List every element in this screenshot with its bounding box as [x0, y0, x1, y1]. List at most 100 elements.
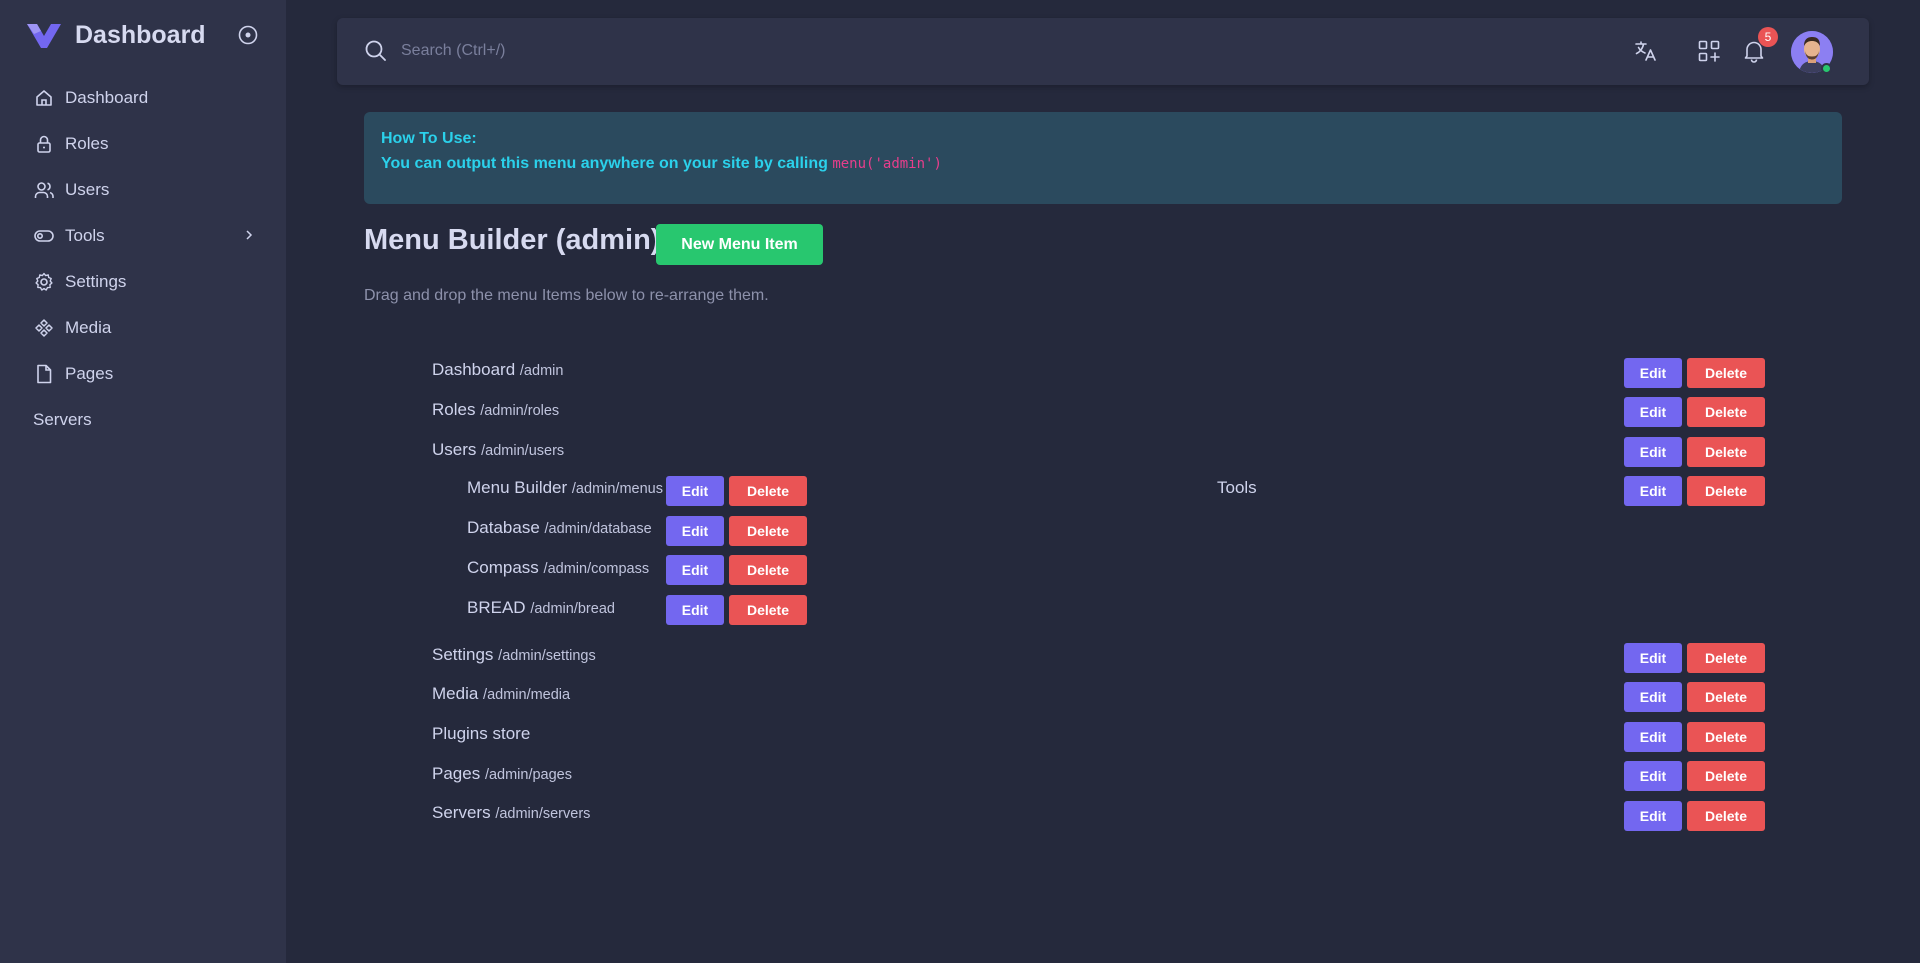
sidebar: Dashboard Dashboard Roles Users Tools Se… [0, 0, 286, 963]
delete-button[interactable]: Delete [1687, 761, 1765, 791]
edit-button[interactable]: Edit [1624, 801, 1682, 831]
delete-button[interactable]: Delete [729, 516, 807, 546]
translate-icon[interactable] [1633, 38, 1659, 64]
menu-item-url: /admin/roles [480, 403, 560, 419]
sidebar-item-servers[interactable]: Servers [0, 397, 286, 443]
edit-button[interactable]: Edit [1624, 761, 1682, 791]
brand-name: Dashboard [75, 20, 206, 49]
online-status-dot [1821, 63, 1832, 74]
menu-item-menu-builder[interactable]: Menu Builder /admin/menus [467, 478, 663, 498]
sidebar-item-label: Roles [65, 134, 109, 153]
new-menu-item-button[interactable]: New Menu Item [656, 224, 823, 265]
menu-item-tools[interactable]: Tools [1217, 478, 1257, 498]
sidebar-item-roles[interactable]: Roles [0, 121, 286, 167]
users-icon [33, 179, 55, 201]
sidebar-item-label: Media [65, 318, 112, 337]
delete-button[interactable]: Delete [729, 555, 807, 585]
collapse-sidebar-icon[interactable] [237, 24, 259, 46]
menu-item-settings[interactable]: Settings /admin/settings [432, 645, 596, 665]
menu-item-url: /admin/servers [495, 806, 591, 822]
delete-button[interactable]: Delete [1687, 722, 1765, 752]
menu-item-plugins-store[interactable]: Plugins store [432, 724, 530, 744]
delete-button[interactable]: Delete [1687, 358, 1765, 388]
menu-item-database[interactable]: Database /admin/database [467, 518, 652, 538]
file-icon [33, 363, 55, 385]
search-input[interactable] [401, 36, 1001, 66]
menu-item-name: Menu Builder [467, 478, 568, 497]
notification-badge: 5 [1758, 27, 1778, 47]
delete-button[interactable]: Delete [1687, 801, 1765, 831]
media-icon [33, 317, 55, 339]
alert-title: How To Use: [381, 130, 477, 147]
alert-message: You can output this menu anywhere on you… [381, 155, 833, 172]
delete-button[interactable]: Delete [1687, 682, 1765, 712]
menu-item-name: Dashboard [432, 360, 516, 379]
edit-button[interactable]: Edit [666, 476, 724, 506]
topbar: 5 [337, 18, 1869, 85]
sidebar-item-media[interactable]: Media [0, 305, 286, 351]
sidebar-item-dashboard[interactable]: Dashboard [0, 75, 286, 121]
sidebar-item-pages[interactable]: Pages [0, 351, 286, 397]
menu-item-url: /admin/media [483, 687, 571, 703]
edit-button[interactable]: Edit [666, 595, 724, 625]
menu-item-url: /admin/bread [530, 601, 615, 617]
delete-button[interactable]: Delete [1687, 397, 1765, 427]
info-alert: How To Use: You can output this menu any… [364, 112, 1842, 204]
menu-item-name: Plugins store [432, 724, 531, 743]
edit-button[interactable]: Edit [1624, 437, 1682, 467]
sidebar-item-label: Users [65, 180, 110, 199]
edit-button[interactable]: Edit [666, 555, 724, 585]
brand[interactable]: Dashboard [25, 20, 206, 50]
sidebar-item-users[interactable]: Users [0, 167, 286, 213]
menu-item-servers[interactable]: Servers /admin/servers [432, 803, 590, 823]
menu-item-dashboard[interactable]: Dashboard /admin [432, 360, 563, 380]
sidebar-item-tools[interactable]: Tools [0, 213, 286, 259]
menu-item-name: BREAD [467, 598, 526, 617]
menu-item-name: Pages [432, 764, 481, 783]
home-icon [33, 87, 55, 109]
menu-item-url: /admin/database [544, 521, 652, 537]
menu-item-media[interactable]: Media /admin/media [432, 684, 570, 704]
menu-item-name: Database [467, 518, 540, 537]
page-subtitle: Drag and drop the menu Items below to re… [364, 287, 769, 304]
sidebar-nav: Dashboard Roles Users Tools Settings Med… [0, 75, 286, 443]
menu-item-url: /admin/compass [543, 561, 650, 577]
menu-item-url: /admin [519, 363, 564, 379]
logo-icon [27, 24, 61, 48]
menu-item-pages[interactable]: Pages /admin/pages [432, 764, 572, 784]
menu-item-compass[interactable]: Compass /admin/compass [467, 558, 649, 578]
menu-item-name: Servers [432, 803, 491, 822]
menu-item-users[interactable]: Users /admin/users [432, 440, 564, 460]
delete-button[interactable]: Delete [729, 595, 807, 625]
edit-button[interactable]: Edit [1624, 476, 1682, 506]
delete-button[interactable]: Delete [729, 476, 807, 506]
sidebar-item-settings[interactable]: Settings [0, 259, 286, 305]
edit-button[interactable]: Edit [1624, 358, 1682, 388]
sidebar-item-label: Servers [33, 410, 92, 429]
menu-item-name: Settings [432, 645, 494, 664]
alert-code: menu('admin') [832, 156, 942, 172]
edit-button[interactable]: Edit [1624, 643, 1682, 673]
apps-grid-icon[interactable] [1696, 38, 1722, 64]
delete-button[interactable]: Delete [1687, 643, 1765, 673]
menu-item-url: /admin/menus [571, 481, 663, 497]
menu-item-bread[interactable]: BREAD /admin/bread [467, 598, 615, 618]
page-title: Menu Builder (admin) [364, 224, 661, 256]
menu-item-name: Roles [432, 400, 476, 419]
edit-button[interactable]: Edit [666, 516, 724, 546]
delete-button[interactable]: Delete [1687, 476, 1765, 506]
gear-icon [33, 271, 55, 293]
edit-button[interactable]: Edit [1624, 682, 1682, 712]
search-icon[interactable] [363, 38, 389, 64]
menu-item-url: /admin/users [481, 443, 565, 459]
delete-button[interactable]: Delete [1687, 437, 1765, 467]
sidebar-item-label: Pages [65, 364, 114, 383]
sidebar-item-label: Tools [65, 226, 105, 245]
menu-item-name: Media [432, 684, 479, 703]
menu-item-name: Compass [467, 558, 539, 577]
edit-button[interactable]: Edit [1624, 722, 1682, 752]
menu-item-name: Users [432, 440, 477, 459]
menu-item-url: /admin/settings [498, 648, 596, 664]
edit-button[interactable]: Edit [1624, 397, 1682, 427]
menu-item-roles[interactable]: Roles /admin/roles [432, 400, 559, 420]
